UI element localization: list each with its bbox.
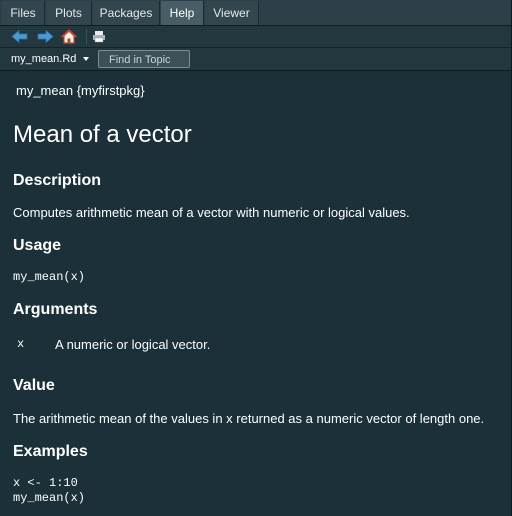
example-code-line-1: x <- 1:10	[13, 476, 78, 490]
usage-heading: Usage	[13, 237, 62, 254]
print-icon	[93, 31, 105, 43]
usage-code: my_mean(x)	[13, 270, 86, 284]
argument-description: A numeric or logical vector.	[55, 337, 211, 352]
value-heading: Value	[13, 377, 55, 394]
back-button[interactable]	[10, 28, 28, 45]
topic-bar: my_mean.Rd	[0, 48, 512, 71]
topic-dropdown-label: my_mean.Rd	[11, 53, 77, 65]
tab-plots[interactable]: Plots	[46, 1, 92, 25]
help-page-header: my_mean {myfirstpkg}	[16, 83, 145, 98]
toolbar-separator	[86, 29, 87, 44]
help-toolbar	[0, 26, 512, 48]
pane-tab-bar: Files Plots Packages Help Viewer	[0, 0, 512, 26]
tab-packages[interactable]: Packages	[93, 1, 160, 25]
tab-help[interactable]: Help	[161, 1, 204, 25]
forward-arrow-icon	[37, 30, 54, 43]
examples-heading: Examples	[13, 443, 88, 460]
description-text: Computes arithmetic mean of a vector wit…	[13, 205, 410, 220]
topic-dropdown[interactable]: my_mean.Rd	[11, 51, 90, 67]
example-code-line-2: my_mean(x)	[13, 491, 86, 505]
description-heading: Description	[13, 172, 102, 189]
chevron-down-icon	[83, 57, 90, 61]
arguments-heading: Arguments	[13, 301, 98, 318]
back-arrow-icon	[10, 30, 27, 43]
home-icon	[61, 29, 77, 44]
tab-files[interactable]: Files	[2, 1, 45, 25]
home-button[interactable]	[60, 28, 78, 45]
forward-button[interactable]	[36, 28, 54, 45]
argument-name: x	[17, 337, 25, 351]
page-title: Mean of a vector	[13, 121, 192, 148]
print-button[interactable]	[91, 28, 107, 45]
value-text: The arithmetic mean of the values in x r…	[13, 411, 485, 426]
help-content: my_mean {myfirstpkg} Mean of a vector De…	[0, 71, 512, 516]
find-in-topic-input[interactable]	[98, 50, 190, 68]
tab-viewer[interactable]: Viewer	[205, 1, 259, 25]
